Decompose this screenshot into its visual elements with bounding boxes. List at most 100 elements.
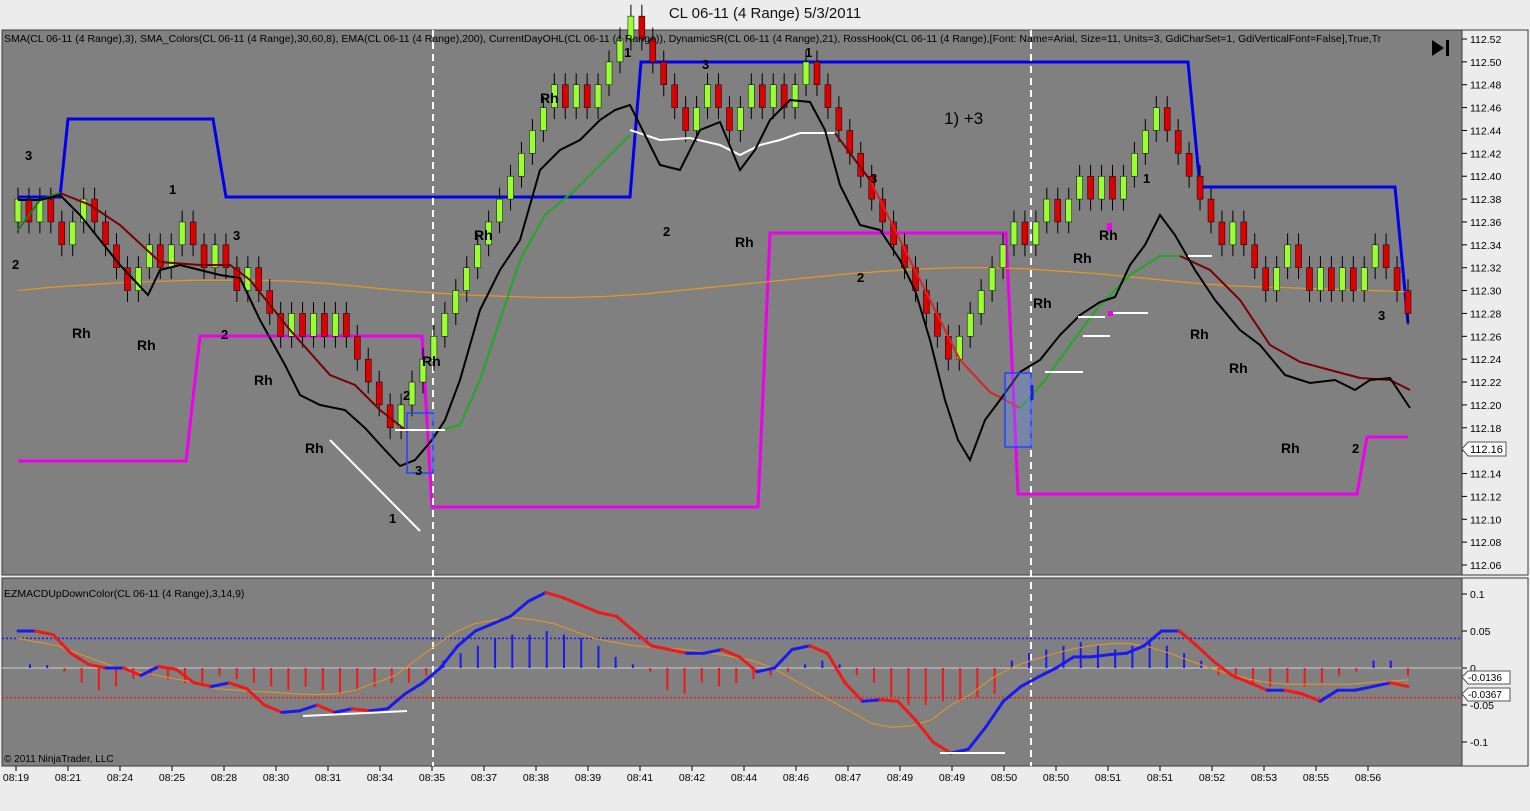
swing-marker: 3 xyxy=(25,148,32,163)
time-tick-label: 08:41 xyxy=(627,772,653,784)
candle-body xyxy=(1109,175,1116,200)
time-tick-label: 08:44 xyxy=(731,772,757,784)
candle-body xyxy=(47,198,55,223)
candle-body xyxy=(1360,267,1368,291)
macd-line-segment xyxy=(1107,651,1128,657)
candle-body xyxy=(102,221,109,246)
time-axis: 08:19 08:21 08:24 08:25 08:28 08:30 08:31 08:34… xyxy=(3,766,1381,784)
time-tick-label: 08:49 xyxy=(887,772,913,784)
candle-body xyxy=(1098,175,1105,200)
candle-body xyxy=(1284,244,1291,268)
price-tick-label: 112.14 xyxy=(1470,469,1501,481)
time-tick-label: 08:30 xyxy=(263,772,289,784)
candle-body xyxy=(343,313,350,337)
price-tick-label: 112.42 xyxy=(1470,148,1501,160)
time-tick-label: 08:37 xyxy=(471,772,497,784)
candle-body xyxy=(1065,198,1072,223)
price-tick-label: 112.22 xyxy=(1470,377,1501,389)
swing-marker: 3 xyxy=(870,171,877,186)
candle-body xyxy=(1142,130,1149,154)
macd-tick-label: -0.05 xyxy=(1470,700,1494,712)
price-tick-label: 112.26 xyxy=(1470,331,1501,343)
candle-body xyxy=(682,107,689,131)
candle-body xyxy=(1131,153,1138,177)
price-tick-label: 112.12 xyxy=(1470,491,1501,503)
candle-body xyxy=(1371,244,1379,268)
swing-marker: 2 xyxy=(663,224,670,239)
price-tick-label: 112.32 xyxy=(1470,263,1501,275)
price-tick-label: 112.30 xyxy=(1470,286,1501,298)
entry-box-2 xyxy=(1004,372,1032,448)
candle-body xyxy=(594,84,602,108)
candle-body xyxy=(769,84,777,108)
price-tick-label: 112.48 xyxy=(1470,80,1501,92)
candle-body xyxy=(518,153,525,177)
candle-body xyxy=(58,221,66,246)
time-tick-label: 08:25 xyxy=(159,772,185,784)
candle-body xyxy=(605,61,613,85)
candle-body xyxy=(540,107,547,131)
swing-marker: Rh xyxy=(137,337,156,353)
candle-body xyxy=(1196,175,1204,200)
candle-body xyxy=(1240,221,1248,246)
time-tick-label: 08:56 xyxy=(1355,772,1381,784)
swing-marker: 1 xyxy=(169,182,176,197)
time-tick-label: 08:50 xyxy=(1043,772,1069,784)
price-tick-label: 112.06 xyxy=(1470,560,1501,572)
swing-marker: 1 xyxy=(624,45,631,60)
candle-body xyxy=(1021,221,1029,246)
chart-canvas[interactable]: 3 2 Rh 1 Rh 2 3 Rh Rh 1 Rh 2 3 Rh Rh 1 3… xyxy=(0,0,1530,811)
candle-body xyxy=(572,84,580,108)
candle-body xyxy=(715,84,722,108)
price-tick-label: 112.34 xyxy=(1470,240,1501,252)
candle-body xyxy=(463,267,470,291)
candle-body xyxy=(332,313,339,337)
candle-body xyxy=(671,84,678,108)
time-tick-label: 08:55 xyxy=(1303,772,1329,784)
candle-body xyxy=(1087,175,1094,200)
candle-body xyxy=(529,130,536,154)
price-tick-label: 112.18 xyxy=(1470,423,1501,435)
swing-marker: Rh xyxy=(305,440,324,456)
price-tick-label: 112.36 xyxy=(1470,217,1501,229)
swing-marker: Rh xyxy=(1190,326,1209,342)
svg-text:-0.0136: -0.0136 xyxy=(1468,673,1502,684)
time-tick-label: 08:24 xyxy=(107,772,133,784)
candle-body xyxy=(507,175,514,200)
candle-body xyxy=(660,61,667,85)
candle-body xyxy=(1032,221,1040,246)
last-price-tag: 112.16 xyxy=(1461,441,1507,457)
macd-label: EZMACDUpDownColor(CL 06-11 (4 Range),3,1… xyxy=(4,588,244,600)
candle-body xyxy=(835,107,843,131)
candle-body xyxy=(693,107,700,131)
candle-body xyxy=(813,61,821,85)
candle-body xyxy=(1339,267,1346,291)
swing-marker: Rh xyxy=(1281,440,1300,456)
candle-body xyxy=(988,267,996,291)
candle-body xyxy=(1393,267,1401,291)
candle-body xyxy=(704,84,711,108)
candle-body xyxy=(1251,244,1259,268)
swing-marker: 1 xyxy=(389,511,396,526)
macd-tick-label: 0.05 xyxy=(1470,626,1491,638)
candle-body xyxy=(1328,267,1335,291)
time-tick-label: 08:39 xyxy=(575,772,601,784)
candle-body xyxy=(977,290,985,314)
swing-marker: Rh xyxy=(1033,295,1052,311)
candle-body xyxy=(364,358,372,383)
price-tick-label: 112.08 xyxy=(1470,537,1501,549)
swing-marker: Rh xyxy=(72,325,91,341)
price-tick-label: 112.10 xyxy=(1470,514,1501,526)
time-tick-label: 08:28 xyxy=(211,772,237,784)
price-tick-label: 112.52 xyxy=(1470,34,1501,46)
swing-marker: 2 xyxy=(857,270,864,285)
candle-body xyxy=(1317,267,1324,291)
svg-text:112.16: 112.16 xyxy=(1470,444,1503,456)
candle-body xyxy=(1174,130,1182,154)
time-tick-label: 08:53 xyxy=(1251,772,1277,784)
candle-body xyxy=(189,221,197,246)
candle-body xyxy=(759,84,766,108)
swing-marker: Rh xyxy=(735,234,754,250)
candle-body xyxy=(737,107,744,131)
candle-body xyxy=(452,290,460,314)
